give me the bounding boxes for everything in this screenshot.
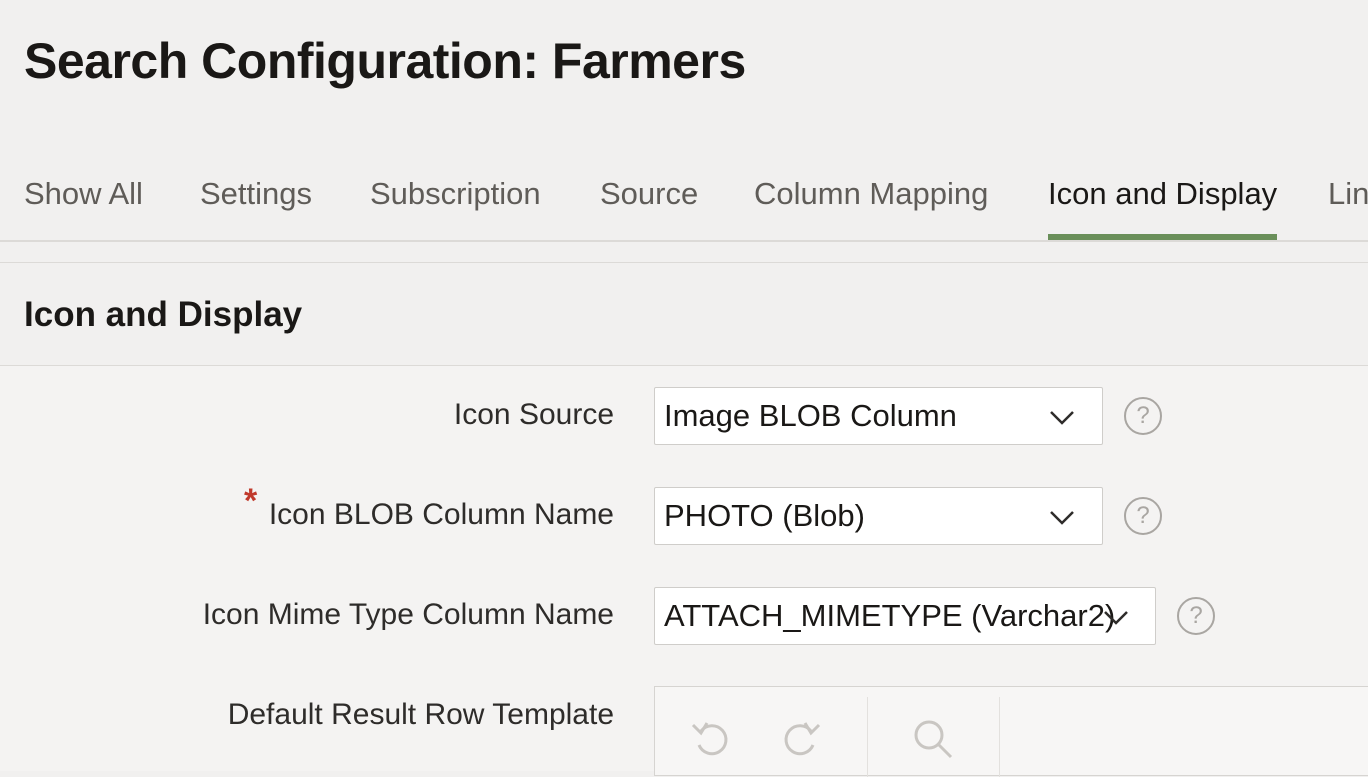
region-header: Icon and Display <box>0 263 1368 366</box>
chevron-down-icon <box>1104 611 1128 625</box>
tab-subscription[interactable]: Subscription <box>370 174 541 240</box>
icon-blob-column-value: PHOTO (Blob) <box>664 498 865 533</box>
search-icon[interactable] <box>911 717 955 761</box>
icon-source-value: Image BLOB Column <box>664 398 957 433</box>
tab-column-mapping[interactable]: Column Mapping <box>754 174 988 240</box>
icon-source-select[interactable]: Image BLOB Column <box>654 387 1103 445</box>
tab-link[interactable]: Lin <box>1328 174 1368 240</box>
chevron-down-icon <box>1050 411 1074 425</box>
tab-settings[interactable]: Settings <box>200 174 312 240</box>
icon-mime-column-select[interactable]: ATTACH_MIMETYPE (Varchar2) <box>654 587 1156 645</box>
default-row-template-label: Default Result Row Template <box>227 698 614 731</box>
tab-source[interactable]: Source <box>600 174 698 240</box>
region-title: Icon and Display <box>24 295 303 334</box>
icon-source-label: Icon Source <box>453 398 614 431</box>
icon-mime-column-value: ATTACH_MIMETYPE (Varchar2) <box>664 598 1116 633</box>
chevron-down-icon <box>1050 511 1074 525</box>
template-editor[interactable] <box>654 686 1368 777</box>
icon-blob-column-label: Icon BLOB Column Name <box>268 498 614 531</box>
required-indicator: * <box>244 482 258 520</box>
icon-source-help-icon[interactable]: ? <box>1124 397 1162 435</box>
undo-icon[interactable] <box>689 717 733 761</box>
tab-show-all[interactable]: Show All <box>24 174 143 240</box>
icon-blob-column-select[interactable]: PHOTO (Blob) <box>654 487 1103 545</box>
tab-icon-and-display[interactable]: Icon and Display <box>1048 174 1278 240</box>
page-title: Search Configuration: Farmers <box>24 33 746 89</box>
icon-mime-column-help-icon[interactable]: ? <box>1177 597 1215 635</box>
icon-blob-column-help-icon[interactable]: ? <box>1124 497 1162 535</box>
icon-mime-column-label: Icon Mime Type Column Name <box>202 598 614 631</box>
tab-bar: Show All Settings Subscription Source Co… <box>0 160 1368 242</box>
redo-icon[interactable] <box>779 717 823 761</box>
toolbar-divider <box>999 697 1000 777</box>
toolbar-divider <box>867 697 868 777</box>
